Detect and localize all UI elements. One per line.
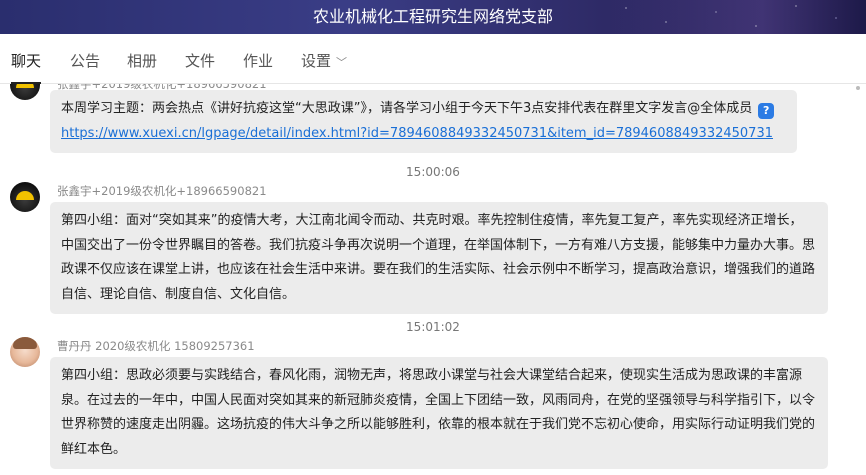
tab-announcements[interactable]: 公告 [70, 34, 100, 84]
message-timestamp: 15:00:06 [406, 165, 460, 179]
message-text: 本周学习主题：两会热点《讲好抗疫这堂“大思政课”》，请各学习小组于今天下午3点安… [61, 101, 753, 116]
chevron-down-icon: ﹀ [336, 56, 348, 69]
tab-settings[interactable]: 设置 ﹀ [301, 34, 347, 84]
message-bubble[interactable]: 第四小组：面对“突如其来”的疫情大考，大江南北闻令而动、共克时艰。率先控制住疫情… [50, 202, 828, 314]
verified-badge-icon: ? [758, 103, 775, 119]
tab-homework[interactable]: 作业 [243, 34, 273, 84]
message-line: 世界称赞的速度走出阴霾。这场抗疫的伟大斗争之所以能够胜利，依靠的根本就在于我们党… [61, 417, 816, 432]
window-title: 农业机械化工程研究生网络党支部 [312, 7, 553, 26]
tab-files[interactable]: 文件 [185, 34, 215, 84]
message-line: 鲜红本色。 [61, 441, 127, 457]
tab-chat[interactable]: 聊天 [11, 34, 42, 84]
tab-album[interactable]: 相册 [127, 34, 157, 84]
group-tabs: 聊天 公告 相册 文件 作业 设置 ﹀ [0, 34, 866, 84]
sender-name: 张鑫宇+2019级农机化+18966590821 [57, 184, 267, 198]
message-line: 第四小组：思政必须要与实践结合，春风化雨，润物无声，将思政小课堂与社会大课堂结合… [61, 368, 803, 383]
scrollbar-indicator[interactable] [856, 86, 860, 90]
message-timestamp: 15:01:02 [406, 320, 460, 334]
avatar[interactable] [10, 84, 40, 100]
message-line: 政课不仅应该在课堂上讲，也应该在社会生活中来讲。要在我们的生活实际、社会示例中不… [61, 262, 816, 277]
message-line: 泉。在过去的一年中，中国人民面对突如其来的新冠肺炎疫情，全国上下团结一致，风雨同… [61, 392, 816, 408]
chat-message-list[interactable]: 张鑫宇+2019级农机化+18966590821 本周学习主题：两会热点《讲好抗… [0, 84, 866, 475]
avatar[interactable] [10, 337, 40, 367]
message-line: 自信、理论自信、制度自信、文化自信。 [61, 286, 296, 302]
message-line: 中国交出了一份令世界瞩目的答卷。我们抗疫斗争再次说明一个道理，在举国体制下，一方… [61, 237, 816, 253]
titlebar-starfield [606, 0, 866, 34]
message-line: 第四小组：面对“突如其来”的疫情大考，大江南北闻令而动、共克时艰。率先控制住疫情… [61, 213, 803, 228]
window-titlebar: 农业机械化工程研究生网络党支部 [0, 0, 866, 34]
sender-name: 曹丹丹 2020级农机化 15809257361 [57, 339, 255, 353]
message-link[interactable]: https://www.xuexi.cn/lgpage/detail/index… [61, 126, 773, 141]
message-bubble[interactable]: 第四小组：思政必须要与实践结合，春风化雨，润物无声，将思政小课堂与社会大课堂结合… [50, 357, 828, 469]
message-bubble[interactable]: 本周学习主题：两会热点《讲好抗疫这堂“大思政课”》，请各学习小组于今天下午3点安… [50, 90, 797, 153]
avatar[interactable] [10, 182, 40, 212]
